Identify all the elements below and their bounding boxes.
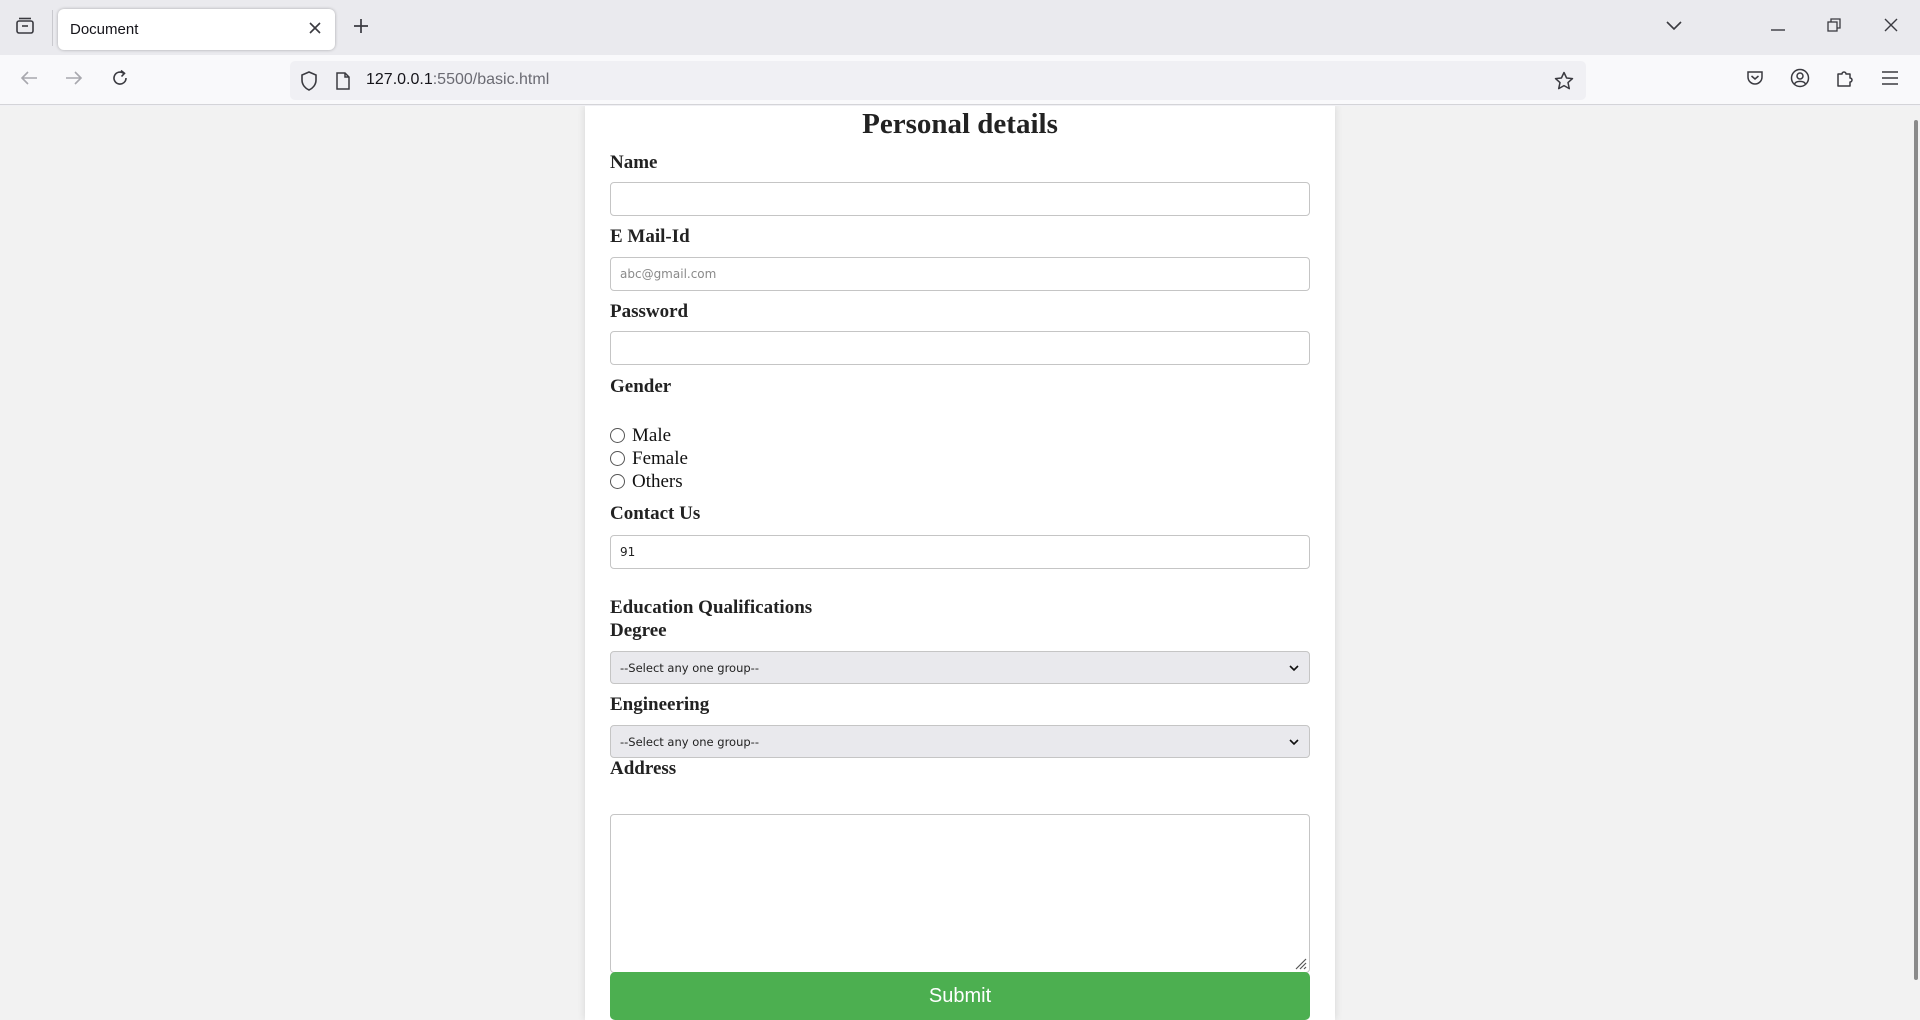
engineering-select[interactable]: --Select any one group-- — [610, 725, 1310, 758]
degree-selected-value: --Select any one group-- — [620, 660, 759, 675]
window-close-button[interactable] — [1873, 10, 1909, 44]
pocket-icon — [1746, 69, 1764, 92]
account-button[interactable] — [1783, 63, 1817, 97]
gender-option-female[interactable]: Female — [610, 447, 688, 470]
tab-close-button[interactable] — [303, 18, 327, 42]
window-close-icon — [1884, 18, 1898, 37]
reload-button[interactable] — [103, 63, 137, 97]
pocket-button[interactable] — [1738, 63, 1772, 97]
gender-label: Gender — [610, 376, 672, 397]
url-host: 127.0.0.1 — [366, 71, 433, 88]
plus-icon — [353, 18, 369, 39]
address-label: Address — [610, 758, 677, 779]
chevron-down-icon — [1287, 661, 1301, 675]
tab-separator — [52, 10, 53, 46]
page-viewport: Personal details Name E Mail-Id Password… — [0, 106, 1920, 1020]
extensions-icon — [1835, 68, 1855, 93]
education-heading: Education Qualifications — [610, 597, 813, 618]
minimize-button[interactable] — [1760, 10, 1796, 44]
tab-bar: Document — [0, 0, 1920, 55]
extensions-button[interactable] — [1828, 63, 1862, 97]
female-radio[interactable] — [610, 451, 625, 466]
tab-list-button[interactable] — [8, 12, 42, 44]
gender-option-male[interactable]: Male — [610, 424, 671, 447]
degree-select[interactable]: --Select any one group-- — [610, 651, 1310, 684]
url-bar[interactable]: 127.0.0.1:5500/basic.html — [290, 61, 1586, 100]
email-label: E Mail-Id — [610, 226, 690, 247]
page-scrollbar[interactable] — [1914, 120, 1918, 980]
close-icon — [309, 21, 321, 39]
password-input[interactable] — [610, 331, 1310, 365]
submit-button[interactable]: Submit — [610, 972, 1310, 1020]
personal-details-form: Personal details Name E Mail-Id Password… — [585, 106, 1335, 1020]
menu-button[interactable] — [1873, 63, 1907, 97]
engineering-label: Engineering — [610, 694, 710, 715]
tab-title: Document — [70, 21, 139, 38]
male-radio[interactable] — [610, 428, 625, 443]
forward-arrow-icon — [65, 70, 83, 91]
engineering-selected-value: --Select any one group-- — [620, 734, 759, 749]
minimize-icon — [1771, 18, 1785, 36]
url-text[interactable]: 127.0.0.1:5500/basic.html — [366, 71, 549, 89]
email-input[interactable] — [610, 257, 1310, 291]
name-input[interactable] — [610, 182, 1310, 216]
restore-button[interactable] — [1816, 10, 1852, 44]
new-tab-button[interactable] — [345, 12, 377, 44]
tab-list-icon — [15, 17, 35, 40]
account-icon — [1790, 68, 1810, 93]
female-label: Female — [632, 447, 688, 469]
gender-option-others[interactable]: Others — [610, 470, 683, 493]
address-textarea[interactable] — [610, 814, 1310, 973]
others-label: Others — [632, 470, 683, 492]
shield-icon[interactable] — [298, 70, 320, 92]
tab-document[interactable]: Document — [58, 9, 335, 50]
restore-icon — [1827, 17, 1841, 37]
form-title: Personal details — [862, 108, 1058, 140]
reload-icon — [111, 69, 129, 92]
contact-input[interactable] — [610, 535, 1310, 569]
page-icon[interactable] — [332, 70, 354, 92]
url-path: :5500/basic.html — [432, 71, 550, 88]
name-label: Name — [610, 152, 658, 173]
list-all-tabs-button[interactable] — [1656, 10, 1692, 44]
contact-label: Contact Us — [610, 503, 701, 524]
chevron-down-icon — [1287, 735, 1301, 749]
degree-label: Degree — [610, 620, 667, 641]
forward-button[interactable] — [57, 63, 91, 97]
back-button[interactable] — [12, 63, 46, 97]
navigation-bar: 127.0.0.1:5500/basic.html — [0, 55, 1920, 105]
star-icon[interactable] — [1553, 70, 1575, 92]
resize-grip-icon[interactable] — [1293, 956, 1307, 970]
back-arrow-icon — [20, 70, 38, 91]
chevron-down-icon — [1666, 18, 1682, 36]
others-radio[interactable] — [610, 474, 625, 489]
password-label: Password — [610, 301, 689, 322]
menu-icon — [1881, 70, 1899, 90]
male-label: Male — [632, 424, 672, 446]
